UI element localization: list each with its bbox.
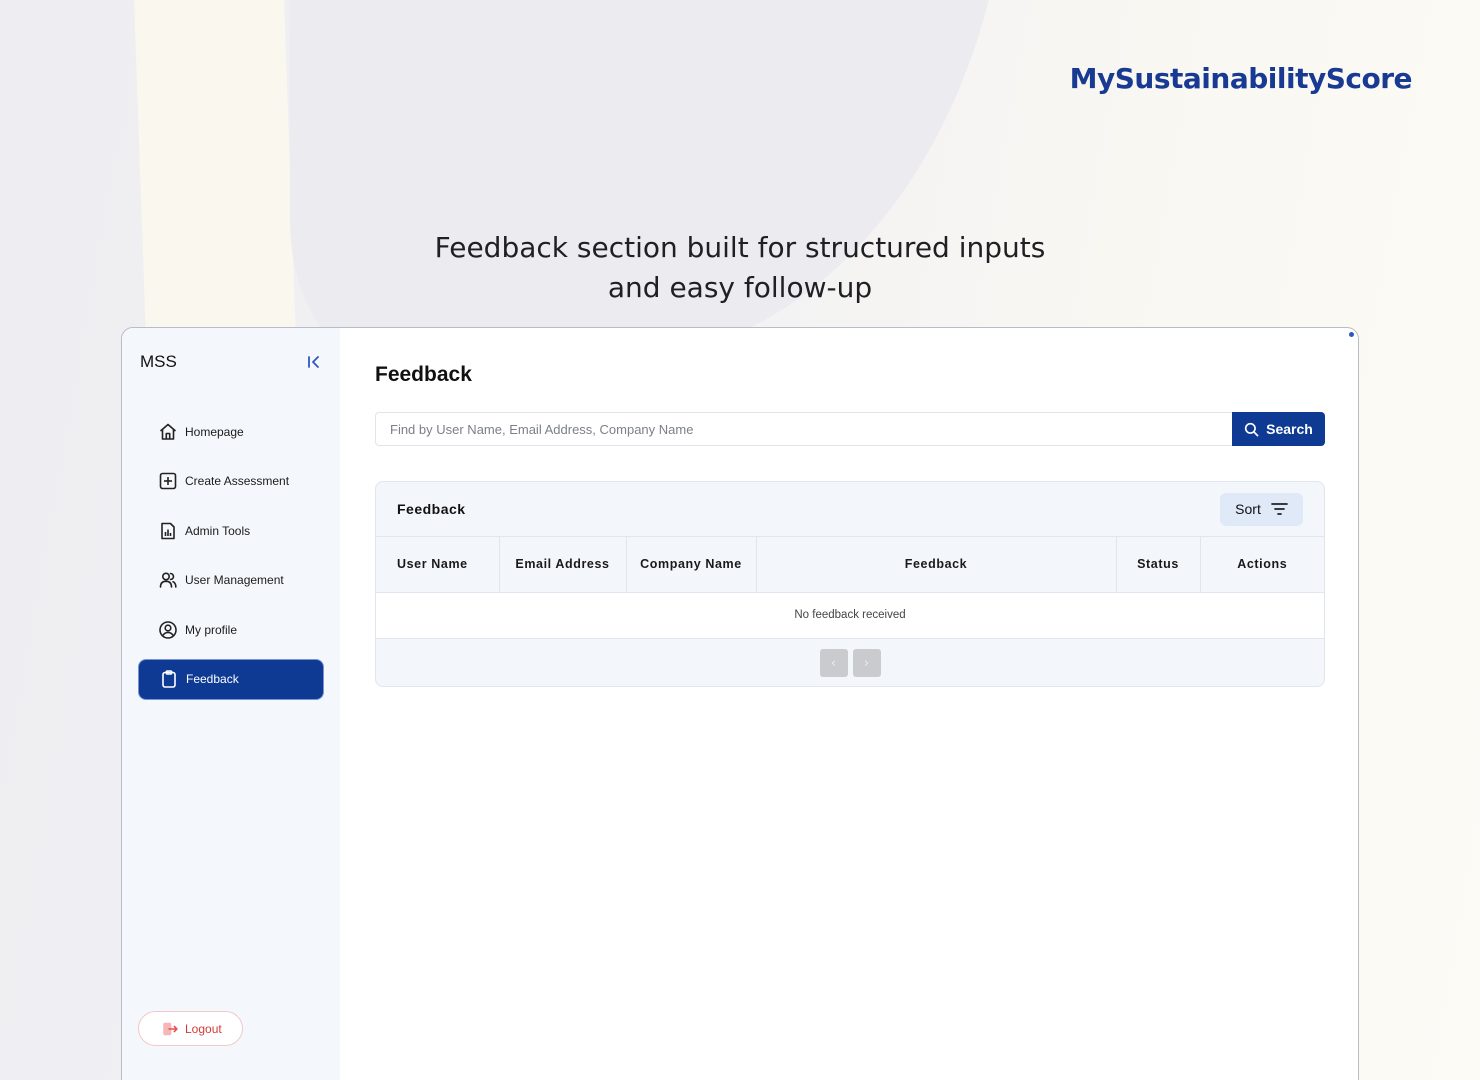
sidebar-item-user-management[interactable]: User Management: [138, 560, 324, 601]
home-icon: [159, 423, 177, 440]
collapse-sidebar-icon[interactable]: [306, 354, 322, 370]
sidebar-nav: Homepage Create Assessment Admin Tools U…: [138, 411, 324, 708]
feedback-table-card: Feedback Sort User Name Email Address Co…: [375, 481, 1325, 687]
background-stripe: [132, 0, 298, 380]
chevron-left-icon: ‹: [830, 655, 837, 671]
search-input[interactable]: [375, 412, 1232, 446]
table-header-bar: Feedback Sort: [376, 482, 1324, 537]
sidebar-item-label: Create Assessment: [185, 474, 290, 488]
headline: Feedback section built for structured in…: [0, 228, 1480, 308]
feedback-table: User Name Email Address Company Name Fee…: [376, 537, 1324, 639]
table-title: Feedback: [397, 501, 466, 517]
sidebar-item-homepage[interactable]: Homepage: [138, 411, 324, 452]
sidebar-item-create-assessment[interactable]: Create Assessment: [138, 461, 324, 502]
sidebar-item-my-profile[interactable]: My profile: [138, 609, 324, 650]
sidebar-item-label: Admin Tools: [185, 523, 251, 538]
chart-document-icon: [161, 522, 175, 539]
plus-square-icon: [159, 472, 177, 490]
table-row: No feedback received: [376, 592, 1324, 639]
sidebar-item-label: User Management: [185, 573, 284, 587]
sort-button-label: Sort: [1235, 501, 1261, 517]
pagination: ‹ ›: [376, 639, 1324, 687]
page-title: Feedback: [375, 363, 472, 386]
filter-lines-icon: [1270, 503, 1288, 515]
logout-button[interactable]: Logout: [138, 1011, 243, 1046]
chevron-right-icon: ›: [863, 655, 870, 671]
column-header-user-name[interactable]: User Name: [376, 537, 500, 593]
main-content: Feedback Search Feedback Sort User Name: [340, 328, 1358, 1080]
table-header-row: User Name Email Address Company Name Fee…: [376, 537, 1324, 593]
column-header-actions[interactable]: Actions: [1200, 537, 1324, 593]
column-header-company-name[interactable]: Company Name: [626, 537, 757, 593]
logout-icon: [163, 1022, 178, 1035]
sidebar-item-admin-tools[interactable]: Admin Tools: [138, 510, 324, 551]
logout-label: Logout: [185, 1021, 222, 1036]
sidebar-item-feedback[interactable]: Feedback: [138, 658, 324, 700]
column-header-email-address[interactable]: Email Address: [499, 537, 627, 593]
sidebar-item-label: Feedback: [186, 672, 239, 686]
search-button[interactable]: Search: [1232, 412, 1325, 446]
clipboard-icon: [162, 670, 176, 688]
headline-line-2: and easy follow-up: [607, 271, 873, 304]
previous-page-button[interactable]: ‹: [819, 649, 848, 677]
next-page-button[interactable]: ›: [852, 649, 881, 677]
empty-state-message: No feedback received: [376, 592, 1324, 639]
search-bar: Search: [375, 412, 1325, 446]
search-icon: [1244, 422, 1259, 436]
users-icon: [159, 572, 177, 588]
sort-button[interactable]: Sort: [1220, 492, 1303, 526]
column-header-status[interactable]: Status: [1116, 537, 1201, 593]
headline-line-1: Feedback section built for structured in…: [434, 231, 1046, 264]
brand-logo: MySustainabilityScore: [1069, 62, 1413, 95]
sidebar-item-label: Homepage: [185, 424, 244, 439]
sidebar-title: MSS: [140, 352, 177, 371]
app-window: MSS Homepage Create Assessment Admin Too…: [121, 327, 1359, 1080]
sidebar-item-label: My profile: [185, 622, 238, 637]
search-button-label: Search: [1266, 421, 1313, 437]
column-header-feedback[interactable]: Feedback: [756, 537, 1117, 593]
user-circle-icon: [159, 620, 177, 639]
sidebar: MSS Homepage Create Assessment Admin Too…: [122, 328, 340, 1080]
